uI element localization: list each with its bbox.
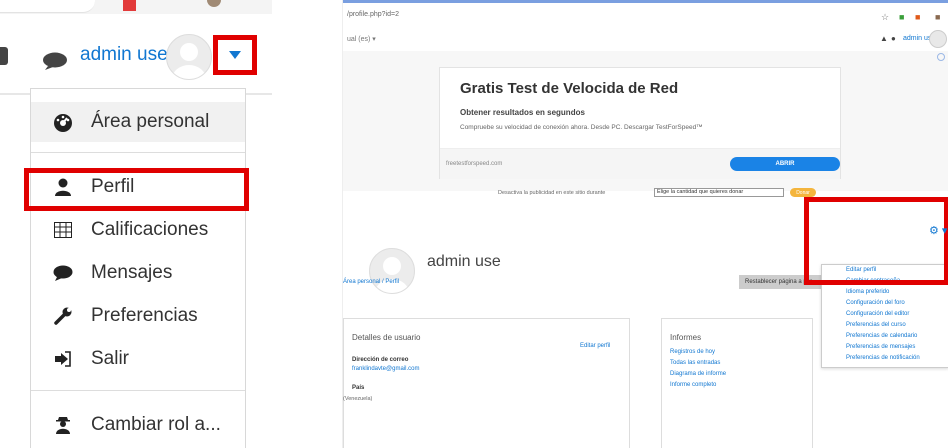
gear-menu-item[interactable]: Configuración del editor <box>846 311 909 317</box>
page-title: admin use <box>427 253 501 270</box>
chat-icon[interactable] <box>42 52 68 75</box>
chat-icon[interactable]: ● <box>891 34 896 43</box>
gear-menu-item[interactable]: Preferencias del curso <box>846 322 906 328</box>
menu-item-label: Área personal <box>91 111 210 132</box>
breadcrumb[interactable]: Área personal / Perfil <box>343 279 399 285</box>
dashboard-icon <box>53 112 73 132</box>
menu-item-preferencias[interactable]: Preferencias <box>31 296 245 336</box>
bell-icon[interactable] <box>0 47 8 65</box>
profile-icon[interactable]: ■ <box>935 12 940 22</box>
language-menu[interactable]: ual (es) ▾ <box>347 35 376 43</box>
gear-icon[interactable]: ⚙ ▾ <box>929 224 947 237</box>
gear-menu-item[interactable]: Preferencias de mensajes <box>846 344 915 350</box>
report-link[interactable]: Diagrama de informe <box>670 371 726 377</box>
right-screenshot: /profile.php?id=2 ☆ ■ ■ ■ ual (es) ▾ ▲ ●… <box>342 0 948 448</box>
user-dropdown-menu: Área personal Perfil Calificaciones Mens… <box>30 88 246 448</box>
user-menu-toggle[interactable] <box>213 35 257 75</box>
sign-out-icon <box>53 349 73 369</box>
menu-divider <box>31 390 245 391</box>
ad-open-button[interactable]: ABRIR <box>730 157 840 171</box>
ad-info-icon[interactable] <box>937 53 945 61</box>
menu-item-cambiar-rol[interactable]: Cambiar rol a... <box>31 405 245 445</box>
menu-item-label: Mensajes <box>91 262 173 283</box>
reports-card: Informes Registros de hoy Todas las entr… <box>661 318 813 448</box>
menu-item-area-personal[interactable]: Área personal <box>31 102 245 142</box>
advertisement[interactable]: Gratis Test de Velocida de Red Obtener r… <box>439 67 841 179</box>
star-icon[interactable]: ☆ <box>881 12 889 23</box>
menu-item-label: Preferencias <box>91 305 198 326</box>
menu-item-label: Cambiar rol a... <box>91 414 221 435</box>
avatar <box>369 248 415 294</box>
tab-edge <box>0 0 95 13</box>
ad-footer: freetestforspeed.com ABRIR <box>440 148 840 179</box>
country-value: (Venezuela) <box>343 396 373 402</box>
card-heading: Informes <box>670 333 702 342</box>
avatar[interactable] <box>929 30 947 48</box>
donate-button[interactable]: Donar <box>790 188 816 197</box>
menu-item-salir[interactable]: Salir <box>31 339 245 379</box>
country-label: País <box>352 385 365 391</box>
avatar[interactable] <box>166 34 212 80</box>
url-text[interactable]: /profile.php?id=2 <box>347 11 399 18</box>
bell-icon[interactable]: ▲ <box>880 34 888 43</box>
extension-icon <box>207 0 221 7</box>
left-screenshot: admin use Área personal Perfil Calificac… <box>0 0 272 448</box>
report-link[interactable]: Todas las entradas <box>670 360 720 366</box>
donate-select[interactable]: Elige la cantidad que quieres donar <box>654 188 784 197</box>
report-link[interactable]: Informe completo <box>670 382 716 388</box>
gear-menu-item[interactable]: Preferencias de calendario <box>846 333 917 339</box>
caret-down-icon <box>229 51 241 59</box>
wrench-icon <box>53 306 73 326</box>
ad-site: freetestforspeed.com <box>446 161 503 167</box>
edit-profile-link[interactable]: Editar perfil <box>580 343 610 349</box>
ad-subtitle: Obtener resultados en segundos <box>460 108 585 117</box>
user-name-link[interactable]: admin use <box>80 44 168 66</box>
extension-icon[interactable]: ■ <box>899 12 904 22</box>
ad-title: Gratis Test de Velocida de Red <box>460 80 679 97</box>
user-details-card: Detalles de usuario Editar perfil Direcc… <box>343 318 630 448</box>
chat-icon <box>53 263 73 283</box>
menu-item-label: Salir <box>91 348 130 369</box>
menu-item-mensajes[interactable]: Mensajes <box>31 253 245 293</box>
menu-item-calificaciones[interactable]: Calificaciones <box>31 210 245 250</box>
extension-icon[interactable]: ■ <box>915 12 920 22</box>
card-heading: Detalles de usuario <box>352 333 421 342</box>
table-icon <box>53 220 73 240</box>
report-link[interactable]: Registros de hoy <box>670 349 715 355</box>
highlight-box-perfil <box>24 168 249 211</box>
highlight-box-gear <box>804 197 948 285</box>
notification-badge <box>123 0 136 11</box>
site-navbar: ual (es) ▾ ▲ ● admin use <box>343 27 948 52</box>
email-label: Dirección de correo <box>352 357 409 363</box>
gear-menu-item[interactable]: Idioma preferido <box>846 289 889 295</box>
gear-menu-item[interactable]: Preferencias de notificación <box>846 355 920 361</box>
ad-description: Compruebe su velocidad de conexión ahora… <box>460 124 703 131</box>
donate-text: Desactiva la publicidad en este sitio du… <box>498 190 606 196</box>
menu-item-label: Calificaciones <box>91 219 209 240</box>
gear-menu-item[interactable]: Configuración del foro <box>846 300 905 306</box>
browser-top-strip <box>0 0 272 14</box>
user-secret-icon <box>53 415 73 435</box>
browser-address-bar: /profile.php?id=2 ☆ ■ ■ ■ <box>343 0 948 27</box>
email-value[interactable]: franklindavte@gmail.com <box>352 366 419 372</box>
menu-divider <box>31 152 245 153</box>
